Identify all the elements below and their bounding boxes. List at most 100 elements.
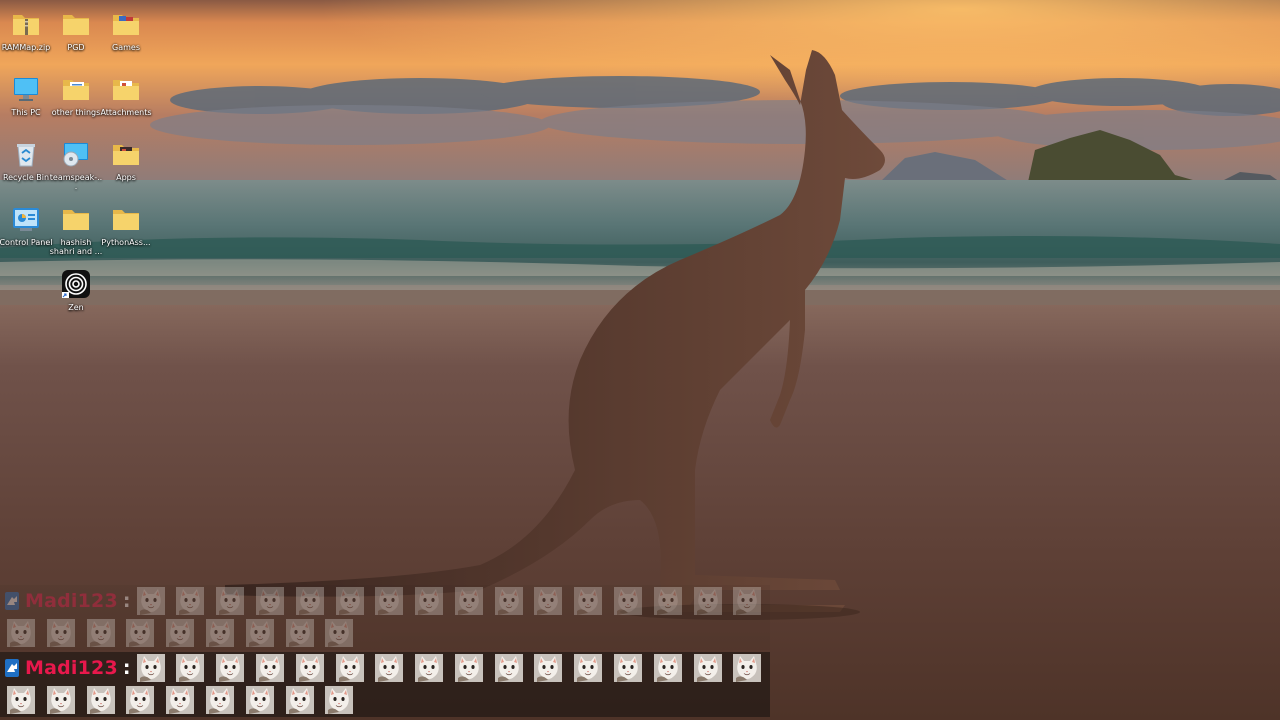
chat-message: Madi123 : [0,652,770,717]
folder-icon [113,80,139,100]
twitch-icon [5,592,19,610]
cat-emote-icon [375,587,404,615]
cat-emote-icon [216,654,245,682]
desktop-icon-recycle-bin[interactable]: Recycle Bin [0,134,52,194]
cat-emote-icon [494,654,523,682]
cat-emote-icon [415,587,444,615]
cat-emote-icon [335,654,364,682]
cat-emote-icon [653,587,682,615]
emote-row [136,587,774,615]
cat-emote-icon [205,619,234,647]
cat-emote-icon [534,654,563,682]
chat-message-header: Madi123 : [0,652,770,684]
desktop-icon-zen[interactable]: Zen [50,264,102,324]
desktop-icon-attachments[interactable]: Attachments [100,69,152,129]
stream-chat-overlay: Madi123 : Madi123 : [0,585,770,720]
emote-row [7,619,365,647]
cat-emote-icon [255,654,284,682]
desktop-icon-label: PythonAss... [101,238,151,247]
cat-emote-icon [176,654,205,682]
cat-emote-icon [46,686,75,714]
installer-icon [63,143,88,167]
desktop-icon-apps[interactable]: Apps [100,134,152,194]
cat-emote-icon [614,654,643,682]
desktop-icon-label: Apps [116,173,136,182]
cat-emote-icon [295,654,324,682]
recycle-bin-icon [17,144,35,167]
chat-message-header: Madi123 : [0,585,770,617]
chat-separator: : [122,657,131,679]
cat-emote-icon [216,587,245,615]
cat-emote-icon [733,654,762,682]
zen-app-icon [62,270,90,298]
folder-icon [63,80,89,100]
control-panel-icon [13,208,39,231]
folder-icon [113,210,139,230]
monitor-icon [14,78,38,101]
desktop-icon-grid: RAMMap.zip This PC Recycle Bin Control P… [0,0,160,330]
desktop-icon-pgd[interactable]: PGD [50,4,102,64]
chat-username: Madi123 [25,657,118,679]
cat-emote-icon [245,619,274,647]
cat-emote-icon [454,654,483,682]
cat-emote-icon [693,654,722,682]
cat-emote-icon [335,587,364,615]
desktop-icon-python-ass[interactable]: PythonAss... [100,199,152,259]
emote-row [7,686,365,714]
zip-folder-icon [13,15,39,35]
cat-emote-icon [574,654,603,682]
desktop-icon-other-things[interactable]: other things [50,69,102,129]
folder-icon [63,210,89,230]
desktop-icon-label: Zen [68,303,84,312]
cat-emote-icon [295,587,324,615]
cat-emote-icon [166,619,195,647]
folder-icon [113,15,139,35]
cat-emote-icon [653,654,682,682]
cat-emote-icon [285,686,314,714]
cat-emote-icon [733,587,762,615]
cat-emote-icon [614,587,643,615]
desktop-icon-teamspeak[interactable]: teamspeak-... [50,134,102,194]
cat-emote-icon [86,619,115,647]
desktop-icon-label: Control Panel [0,238,53,247]
desktop-icon-label: PGD [67,43,85,52]
chat-separator: : [122,590,131,612]
cat-emote-icon [46,619,75,647]
desktop-icon-label: Recycle Bin [2,173,50,182]
desktop-icon-this-pc[interactable]: This PC [0,69,52,129]
folder-icon [113,145,139,165]
cat-emote-icon [176,587,205,615]
cat-emote-icon [285,619,314,647]
desktop-icon-hashish-shahri[interactable]: hashish shahri and ... [50,199,102,259]
cat-emote-icon [693,587,722,615]
desktop-icon-label: This PC [11,108,41,117]
cat-emote-icon [574,587,603,615]
cat-emote-icon [375,654,404,682]
chat-username: Madi123 [25,590,118,612]
cat-emote-icon [494,587,523,615]
desktop-icon-label: other things [51,108,101,117]
emote-row [136,654,774,682]
cat-emote-icon [245,686,274,714]
cat-emote-icon [325,619,354,647]
desktop-icon-games[interactable]: Games [100,4,152,64]
cat-emote-icon [136,587,165,615]
chat-message: Madi123 : [0,585,770,650]
desktop-icon-label: hashish shahri and ... [49,238,103,256]
desktop-icon-control-panel[interactable]: Control Panel [0,199,53,259]
desktop-icon-label: teamspeak-... [49,173,103,191]
cat-emote-icon [454,587,483,615]
cat-emote-icon [126,619,155,647]
cat-emote-icon [325,686,354,714]
desktop-icon-label: RAMMap.zip [1,43,51,52]
cat-emote-icon [255,587,284,615]
twitch-icon [5,659,19,677]
cat-emote-icon [166,686,195,714]
desktop-icon-rammap-zip[interactable]: RAMMap.zip [0,4,52,64]
cat-emote-icon [415,654,444,682]
folder-icon [63,15,89,35]
desktop-icon-label: Attachments [100,108,152,117]
desktop-icon-label: Games [112,43,140,52]
cat-emote-icon [136,654,165,682]
cat-emote-icon [205,686,234,714]
